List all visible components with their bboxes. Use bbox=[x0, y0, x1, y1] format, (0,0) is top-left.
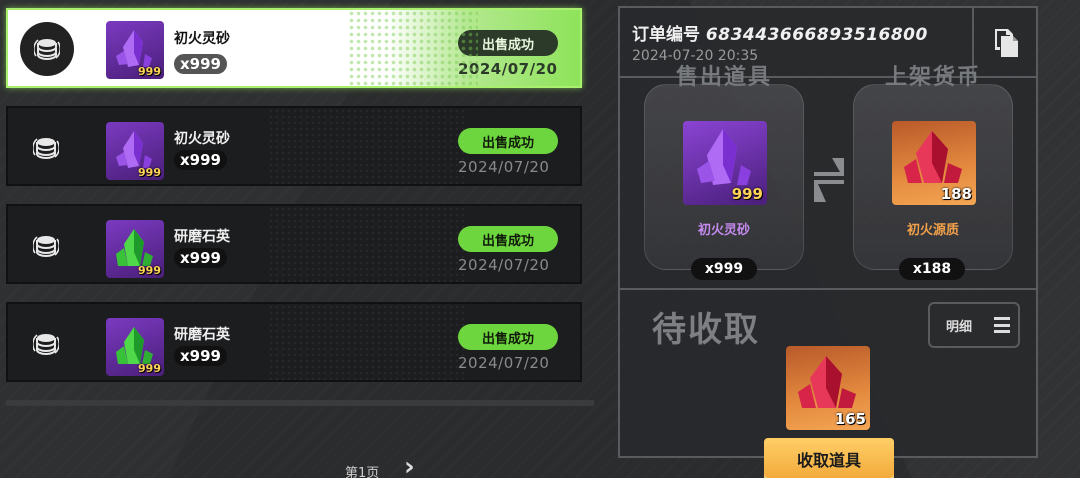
sale-date: 2024/07/20 bbox=[458, 60, 558, 78]
list-menu-icon bbox=[994, 317, 1011, 333]
item-quantity-badge: 999 bbox=[731, 185, 763, 203]
detail-button[interactable]: 明细 bbox=[928, 302, 1020, 348]
item-quantity-badge: 188 bbox=[940, 185, 972, 203]
pending-reward-item[interactable]: 165 bbox=[786, 346, 870, 430]
green-crystal-icon bbox=[116, 327, 153, 364]
sold-item-count: x999 bbox=[691, 258, 757, 280]
red-crystal-icon bbox=[798, 356, 856, 408]
currency-count: x188 bbox=[899, 258, 965, 280]
currency-item-name: 初火源质 bbox=[906, 223, 959, 238]
coin-stack-icon bbox=[34, 39, 60, 60]
red-crystal-icon bbox=[904, 131, 962, 183]
item-quantity-badge: 999 bbox=[138, 264, 161, 277]
sold-item-name: 初火灵砂 bbox=[697, 223, 750, 238]
currency-item-icon[interactable]: 188 bbox=[892, 121, 976, 205]
item-quantity-badge: 999 bbox=[138, 166, 161, 179]
item-name: 研磨石英 bbox=[174, 229, 230, 245]
sold-item-heading: 售出道具 bbox=[675, 65, 772, 90]
sale-record-row[interactable]: 999 研磨石英 x999 出售成功 2024/07/20 bbox=[6, 204, 582, 284]
item-name: 研磨石英 bbox=[174, 327, 230, 343]
item-name: 初火灵砂 bbox=[174, 131, 230, 147]
purple-crystal-icon bbox=[116, 30, 152, 67]
status-badge: 出售成功 bbox=[458, 226, 558, 252]
order-number-label: 订单编号 bbox=[632, 25, 700, 45]
status-badge: 出售成功 bbox=[458, 128, 558, 154]
status-badge: 出售成功 bbox=[458, 324, 558, 350]
currency-heading: 上架货币 bbox=[884, 65, 981, 90]
item-icon[interactable]: 999 bbox=[106, 318, 164, 376]
item-quantity-badge: 999 bbox=[138, 362, 161, 375]
item-icon[interactable]: 999 bbox=[106, 21, 164, 79]
page-label: 第1页 bbox=[345, 466, 380, 478]
coin-stack-icon bbox=[33, 236, 59, 257]
detail-button-label: 明细 bbox=[946, 319, 973, 335]
copy-icon bbox=[995, 29, 1018, 57]
sale-record-row[interactable]: 999 研磨石英 x999 出售成功 2024/07/20 bbox=[6, 302, 582, 382]
purple-crystal-icon bbox=[697, 129, 751, 185]
chevron-right-icon[interactable]: › bbox=[404, 452, 415, 478]
item-quantity-badge: 999 bbox=[138, 65, 161, 78]
item-name: 初火灵砂 bbox=[174, 31, 230, 47]
item-count: x999 bbox=[174, 54, 227, 74]
item-count: x999 bbox=[174, 150, 227, 170]
item-icon[interactable]: 999 bbox=[106, 122, 164, 180]
claim-items-button[interactable]: 收取道具 bbox=[764, 438, 894, 478]
order-number-line: 订单编号 683443666893516800 bbox=[632, 20, 928, 45]
coin-exchange-icon bbox=[24, 322, 68, 366]
coin-exchange-icon bbox=[24, 126, 68, 170]
coin-stack-icon bbox=[33, 138, 59, 159]
order-number: 683443666893516800 bbox=[705, 25, 928, 45]
status-badge: 出售成功 bbox=[458, 30, 558, 56]
item-icon[interactable]: 999 bbox=[106, 220, 164, 278]
purple-crystal-icon bbox=[116, 131, 152, 168]
currency-card: 上架货币 188 初火源质 bbox=[853, 65, 1013, 270]
pending-title: 待收取 bbox=[652, 310, 760, 350]
item-count: x999 bbox=[174, 346, 227, 366]
coin-exchange-icon bbox=[20, 22, 74, 76]
sale-record-row[interactable]: 999 初火灵砂 x999 出售成功 2024/07/20 bbox=[6, 8, 582, 88]
sale-date: 2024/07/20 bbox=[458, 354, 550, 372]
sale-record-row[interactable]: 999 初火灵砂 x999 出售成功 2024/07/20 bbox=[6, 106, 582, 186]
sold-item-icon[interactable]: 999 bbox=[683, 121, 767, 205]
sold-item-card: 售出道具 999 初火灵砂 bbox=[644, 65, 804, 270]
item-count: x999 bbox=[174, 248, 227, 268]
panel-divider bbox=[620, 288, 1036, 290]
coin-stack-icon bbox=[33, 334, 59, 355]
green-crystal-icon bbox=[116, 229, 153, 266]
sale-date: 2024/07/20 bbox=[458, 256, 550, 274]
list-divider bbox=[6, 400, 594, 406]
swap-arrows-icon bbox=[814, 158, 844, 202]
item-quantity-badge: 165 bbox=[834, 410, 866, 428]
coin-exchange-icon bbox=[24, 224, 68, 268]
sale-date: 2024/07/20 bbox=[458, 158, 550, 176]
